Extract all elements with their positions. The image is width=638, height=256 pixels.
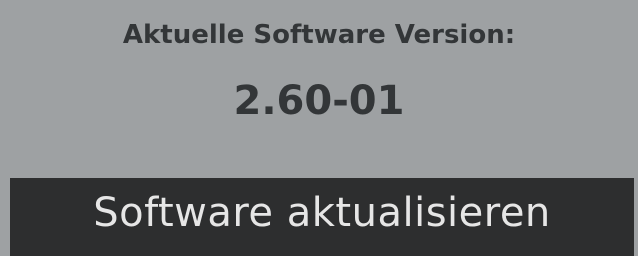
software-version-panel: Aktuelle Software Version: 2.60-01 Softw… <box>0 0 638 256</box>
update-software-button-label: Software aktualisieren <box>93 190 551 236</box>
current-version-label: Aktuelle Software Version: <box>122 20 516 50</box>
current-version-value: 2.60-01 <box>233 78 405 124</box>
update-software-button[interactable]: Software aktualisieren <box>10 178 634 256</box>
